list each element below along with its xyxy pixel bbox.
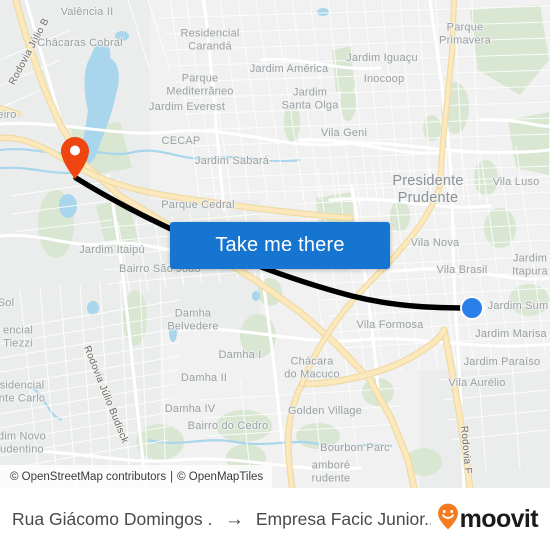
attribution-separator: | xyxy=(170,470,174,483)
arrow-right-icon: → xyxy=(224,508,244,530)
map-canvas[interactable]: Rodovia Júlio B Valência II Chácaras Cobra… xyxy=(0,0,550,488)
moovit-wordmark: moovit xyxy=(459,504,539,533)
trip-endpoints: Rua Giácomo Domingos ... → Empresa Facic… xyxy=(12,509,431,530)
destination-dot-marker[interactable] xyxy=(460,296,484,320)
moovit-logo[interactable]: moovit xyxy=(437,503,539,535)
moovit-map-screen: Rodovia Júlio B Valência II Chácaras Cobra… xyxy=(0,0,550,550)
moovit-pin-smiley-icon xyxy=(437,503,459,535)
trip-destination-label[interactable]: Empresa Facic Junior... xyxy=(256,509,431,530)
attribution-openmaptiles[interactable]: © OpenMapTiles xyxy=(177,471,263,483)
take-me-there-button[interactable]: Take me there xyxy=(170,222,390,269)
trip-summary-bar: Rua Giácomo Domingos ... → Empresa Facic… xyxy=(0,488,550,550)
trip-origin-label[interactable]: Rua Giácomo Domingos ... xyxy=(12,509,213,530)
map-attribution: © OpenStreetMap contributors | © OpenMap… xyxy=(0,465,273,488)
origin-pin-marker[interactable] xyxy=(60,136,90,180)
attribution-osm[interactable]: © OpenStreetMap contributors xyxy=(10,471,166,483)
